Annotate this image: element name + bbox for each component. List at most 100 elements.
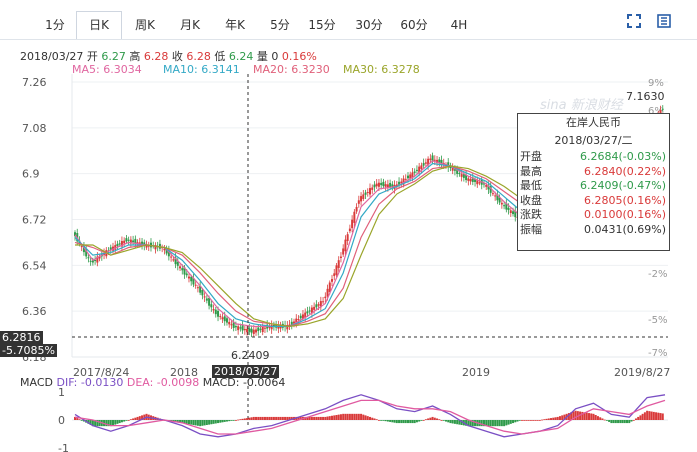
macd-bar: [436, 418, 439, 420]
candle-body: [203, 296, 206, 298]
candle-body: [382, 181, 385, 187]
macd-bar: [422, 420, 425, 421]
macd-bar: [132, 418, 135, 420]
macd-bar: [339, 414, 342, 420]
candle-body: [348, 228, 351, 232]
macd-tick-label: -1: [58, 442, 69, 452]
macd-bar: [366, 416, 369, 420]
macd-bar: [590, 413, 593, 420]
macd-bar: [395, 420, 398, 424]
macd-bar: [491, 420, 494, 427]
macd-bar: [76, 418, 79, 420]
macd-bar: [78, 419, 81, 421]
macd-bar: [375, 419, 378, 421]
candle-body: [118, 243, 121, 245]
macd-bar: [545, 418, 548, 420]
macd-bar: [223, 420, 226, 422]
macd-bar: [529, 420, 532, 421]
macd-bar: [190, 420, 193, 425]
macd-bar: [246, 418, 249, 420]
macd-bar: [194, 420, 197, 426]
y-tick-label: 6.72: [22, 214, 47, 227]
macd-bar: [453, 420, 456, 424]
x-tick-label: 2019: [462, 366, 490, 379]
tooltip-value: 6.2840(0.22%): [583, 164, 666, 178]
macd-bar: [447, 420, 450, 423]
macd-bar: [411, 420, 414, 424]
candle-body: [369, 188, 371, 195]
tooltip-value: 6.2805(0.16%): [583, 193, 666, 207]
max-price-label: 7.1630: [626, 90, 665, 103]
y-tick-label: 6.54: [22, 259, 47, 272]
macd-bar: [324, 416, 327, 420]
y-tick-label: 7.08: [22, 122, 47, 135]
candle-body: [413, 171, 416, 173]
candle-body: [181, 268, 184, 271]
macd-bar: [369, 416, 371, 420]
macd-bar: [192, 420, 195, 426]
candle-body: [512, 211, 515, 215]
tooltip-key: 最高: [520, 164, 542, 178]
macd-bar: [205, 420, 208, 426]
candle-body: [214, 309, 217, 315]
macd-bar: [628, 420, 631, 424]
macd-bar: [281, 416, 284, 420]
cross-pct-label: -5.7085%: [0, 344, 57, 357]
candle-body: [196, 287, 199, 289]
tooltip-key: 最低: [520, 179, 542, 192]
macd-bar: [659, 413, 662, 420]
macd-bar: [623, 420, 626, 424]
macd-bar: [116, 420, 119, 424]
macd-bar: [380, 420, 383, 421]
candle-body: [324, 296, 327, 299]
macd-bar: [114, 420, 117, 425]
macd-bar: [362, 414, 365, 420]
candle-body: [221, 317, 224, 320]
macd-bar: [266, 416, 269, 420]
y-tick-label: 6.9: [22, 168, 40, 181]
macd-bar: [80, 420, 83, 421]
dea-label: DEA: -0.0098: [126, 376, 200, 389]
macd-bar: [632, 420, 635, 421]
macd-bar: [353, 413, 356, 420]
candle-body: [420, 165, 423, 170]
macd-bar: [129, 419, 132, 421]
macd-bar: [643, 412, 646, 420]
macd-bar: [599, 417, 602, 420]
candle-body: [116, 243, 119, 247]
macd-bar: [286, 416, 289, 420]
macd-bar: [429, 417, 432, 420]
macd-bar: [355, 413, 358, 420]
candle-body: [431, 155, 434, 161]
candle-body: [351, 219, 354, 229]
candle-body: [225, 318, 228, 323]
macd-bar: [514, 420, 517, 423]
macd-bar: [326, 416, 329, 420]
macd-bar: [646, 410, 649, 420]
macd-bar: [498, 420, 501, 427]
macd-bar: [360, 413, 363, 420]
macd-bar: [199, 420, 202, 427]
candle-body: [380, 182, 383, 186]
candle-body: [190, 276, 193, 282]
macd-bar: [210, 420, 213, 425]
macd-bar: [547, 418, 550, 420]
macd-bar: [201, 420, 204, 426]
tooltip-key: 涨跌: [520, 208, 542, 221]
macd-bar: [328, 416, 331, 420]
candle-body: [422, 163, 425, 166]
macd-bar: [123, 420, 126, 422]
candle-body: [346, 234, 349, 241]
macd-bar: [520, 420, 523, 421]
macd-bar: [277, 416, 280, 420]
candle-body: [375, 183, 378, 187]
candle-body: [125, 238, 128, 242]
macd-bar: [409, 420, 412, 424]
candle-body: [248, 328, 251, 332]
candle-body: [210, 304, 213, 308]
candle-body: [384, 184, 387, 187]
candle-body: [239, 327, 242, 329]
candle-body: [389, 182, 392, 187]
candle-body: [335, 265, 338, 275]
macd-bar: [585, 412, 588, 420]
